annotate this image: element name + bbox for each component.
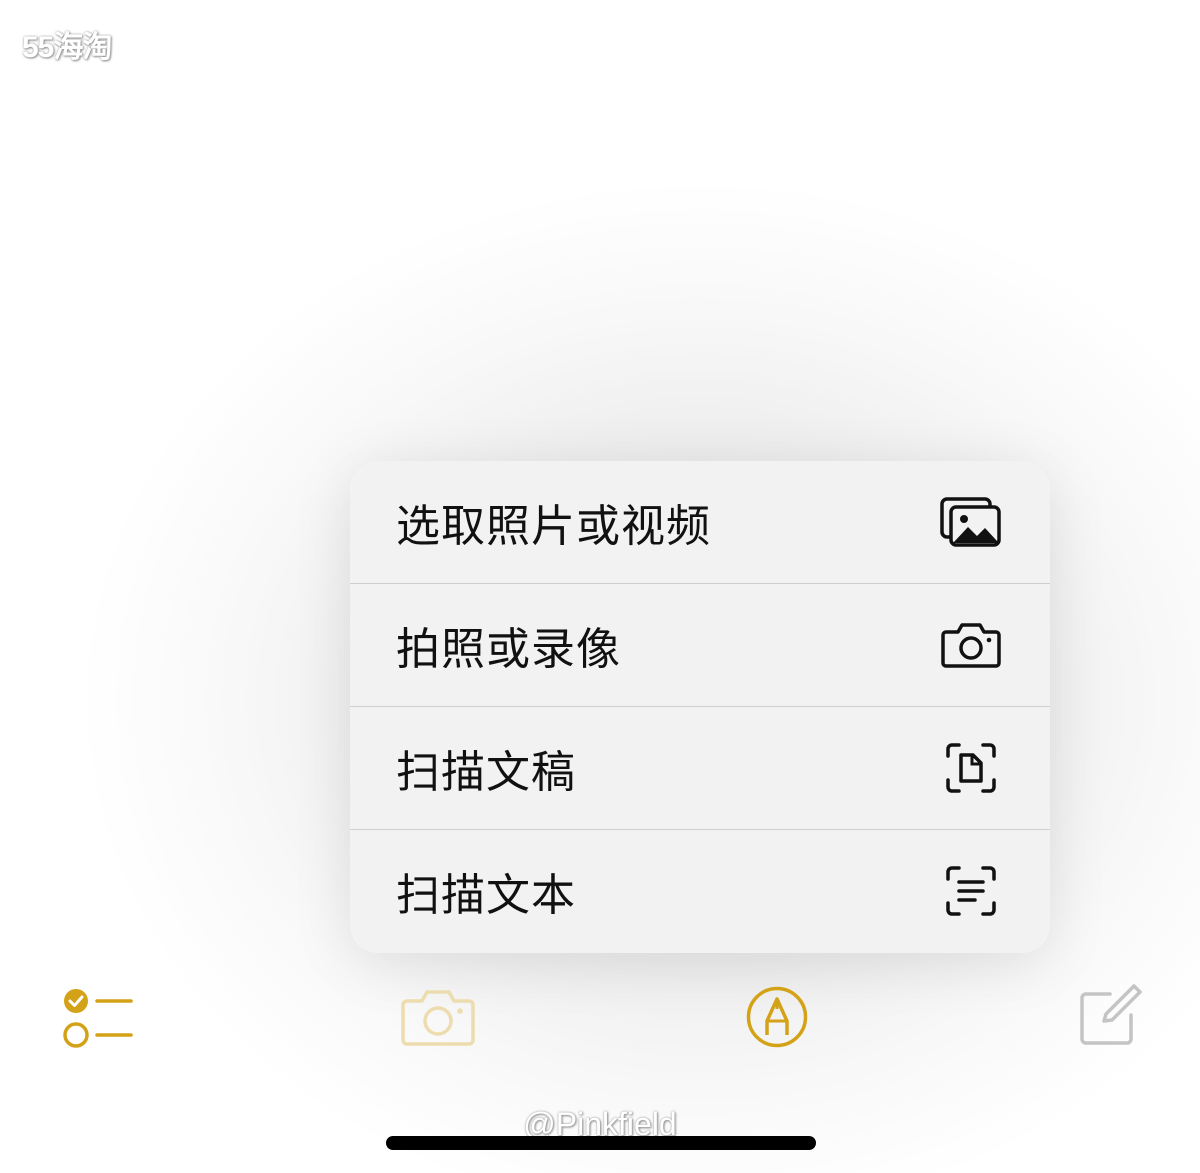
menu-item-label: 拍照或录像 xyxy=(396,624,621,675)
home-indicator[interactable] xyxy=(386,1136,816,1150)
checklist-button[interactable] xyxy=(58,986,138,1052)
compose-icon xyxy=(1076,982,1142,1052)
menu-item-label: 扫描文本 xyxy=(396,870,576,921)
checklist-icon xyxy=(61,985,135,1053)
menu-item-take-photo-video[interactable]: 拍照或录像 xyxy=(350,583,1050,706)
menu-item-label: 扫描文稿 xyxy=(396,747,576,798)
camera-icon xyxy=(940,614,1002,676)
markup-button[interactable] xyxy=(742,984,812,1054)
bottom-toolbar xyxy=(0,980,1200,1060)
watermark-logo: 55海淘 xyxy=(22,31,112,64)
scan-text-icon xyxy=(940,860,1002,922)
toolbar-camera-button[interactable] xyxy=(398,986,478,1052)
menu-item-label: 选取照片或视频 xyxy=(396,501,711,552)
menu-item-choose-photo-video[interactable]: 选取照片或视频 xyxy=(350,461,1050,583)
menu-item-scan-text[interactable]: 扫描文本 xyxy=(350,829,1050,952)
markup-pen-icon xyxy=(745,985,809,1053)
scan-document-icon xyxy=(940,737,1002,799)
camera-icon xyxy=(400,988,476,1050)
menu-item-scan-documents[interactable]: 扫描文稿 xyxy=(350,706,1050,829)
attachment-menu: 选取照片或视频 拍照或录像 扫描文稿 扫描文本 xyxy=(350,461,1050,953)
photo-library-icon xyxy=(940,491,1002,553)
compose-button[interactable] xyxy=(1074,982,1144,1052)
